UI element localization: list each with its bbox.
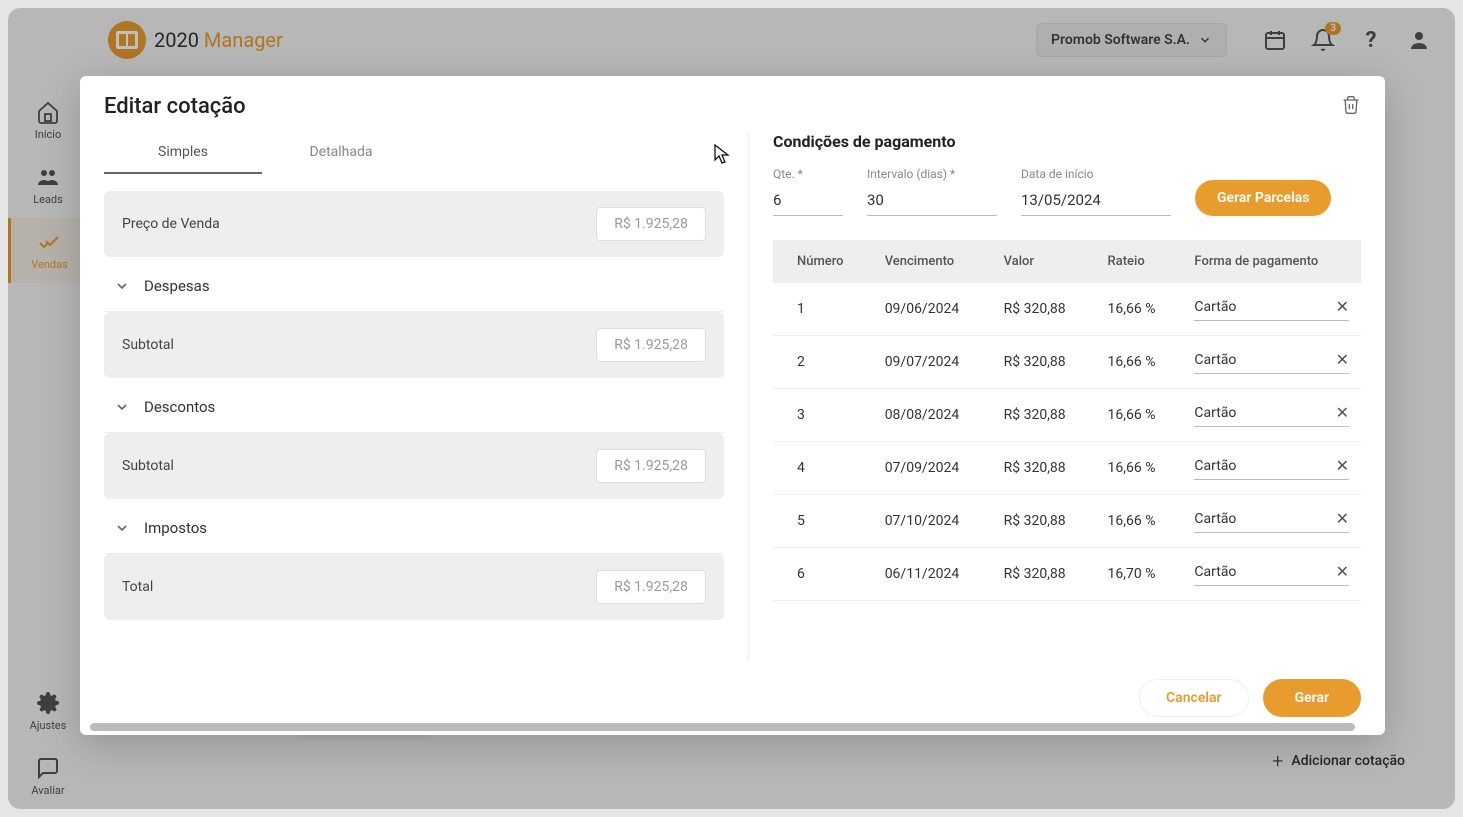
cell-valor: R$ 320,88 — [992, 336, 1096, 389]
table-row: 606/11/2024R$ 320,8816,70 % Cartão✕ — [773, 548, 1361, 601]
cell-numero: 6 — [773, 548, 873, 601]
modal-title: Editar cotação — [104, 94, 246, 119]
table-row: 507/10/2024R$ 320,8816,66 % Cartão✕ — [773, 495, 1361, 548]
cell-vencimento: 09/07/2024 — [873, 336, 992, 389]
row-subtotal-1: Subtotal R$ 1.925,28 — [104, 312, 724, 378]
qte-label: Qte. * — [773, 167, 843, 181]
cell-rateio: 16,66 % — [1096, 389, 1183, 442]
row-preco-venda: Preço de Venda R$ 1.925,28 — [104, 191, 724, 257]
forma-pagamento-select[interactable]: Cartão✕ — [1194, 350, 1349, 374]
cell-rateio: 16,66 % — [1096, 495, 1183, 548]
table-row: 407/09/2024R$ 320,8816,66 % Cartão✕ — [773, 442, 1361, 495]
qte-input[interactable] — [773, 185, 843, 216]
payment-conditions-title: Condições de pagamento — [773, 132, 1361, 151]
cell-numero: 2 — [773, 336, 873, 389]
cell-valor: R$ 320,88 — [992, 283, 1096, 336]
cell-valor: R$ 320,88 — [992, 495, 1096, 548]
cell-rateio: 16,66 % — [1096, 283, 1183, 336]
forma-pagamento-select[interactable]: Cartão✕ — [1194, 509, 1349, 533]
cell-valor: R$ 320,88 — [992, 548, 1096, 601]
trash-icon[interactable] — [1341, 94, 1361, 120]
tab-simples[interactable]: Simples — [104, 132, 262, 174]
row-subtotal-2: Subtotal R$ 1.925,28 — [104, 433, 724, 499]
date-label: Data de início — [1021, 167, 1171, 181]
chevron-down-icon — [114, 278, 130, 294]
cell-valor: R$ 320,88 — [992, 389, 1096, 442]
table-row: 308/08/2024R$ 320,8816,66 % Cartão✕ — [773, 389, 1361, 442]
forma-pagamento-select[interactable]: Cartão✕ — [1194, 297, 1349, 321]
chevron-down-icon — [114, 520, 130, 536]
forma-pagamento-select[interactable]: Cartão✕ — [1194, 403, 1349, 427]
table-row: 209/07/2024R$ 320,8816,66 % Cartão✕ — [773, 336, 1361, 389]
row-total: Total R$ 1.925,28 — [104, 554, 724, 620]
cell-numero: 3 — [773, 389, 873, 442]
cell-valor: R$ 320,88 — [992, 442, 1096, 495]
cell-vencimento: 06/11/2024 — [873, 548, 992, 601]
section-despesas[interactable]: Despesas — [104, 261, 724, 312]
cell-vencimento: 07/09/2024 — [873, 442, 992, 495]
col-forma: Forma de pagamento — [1182, 240, 1361, 283]
col-rateio: Rateio — [1096, 240, 1183, 283]
close-icon[interactable]: ✕ — [1336, 456, 1349, 475]
cancel-button[interactable]: Cancelar — [1139, 679, 1249, 717]
forma-pagamento-select[interactable]: Cartão✕ — [1194, 562, 1349, 586]
forma-pagamento-select[interactable]: Cartão✕ — [1194, 456, 1349, 480]
intervalo-label: Intervalo (dias) * — [867, 167, 997, 181]
cell-vencimento: 09/06/2024 — [873, 283, 992, 336]
close-icon[interactable]: ✕ — [1336, 350, 1349, 369]
date-input[interactable] — [1021, 185, 1220, 215]
close-icon[interactable]: ✕ — [1336, 297, 1349, 316]
close-icon[interactable]: ✕ — [1336, 509, 1349, 528]
close-icon[interactable]: ✕ — [1336, 403, 1349, 422]
table-row: 109/06/2024R$ 320,8816,66 % Cartão✕ — [773, 283, 1361, 336]
close-icon[interactable]: ✕ — [1336, 562, 1349, 581]
gerar-parcelas-button[interactable]: Gerar Parcelas — [1195, 180, 1331, 216]
intervalo-input[interactable] — [867, 185, 997, 216]
cell-rateio: 16,66 % — [1096, 442, 1183, 495]
cell-rateio: 16,66 % — [1096, 336, 1183, 389]
preco-venda-value[interactable]: R$ 1.925,28 — [596, 207, 706, 241]
generate-button[interactable]: Gerar — [1263, 679, 1361, 717]
cell-numero: 1 — [773, 283, 873, 336]
total-value: R$ 1.925,28 — [596, 570, 706, 604]
cell-rateio: 16,70 % — [1096, 548, 1183, 601]
subtotal2-value: R$ 1.925,28 — [596, 449, 706, 483]
cell-vencimento: 07/10/2024 — [873, 495, 992, 548]
horizontal-scrollbar[interactable] — [90, 723, 1355, 731]
tab-detalhada[interactable]: Detalhada — [262, 132, 420, 174]
col-numero: Número — [773, 240, 873, 283]
chevron-down-icon — [114, 399, 130, 415]
cell-vencimento: 08/08/2024 — [873, 389, 992, 442]
section-descontos[interactable]: Descontos — [104, 382, 724, 433]
section-impostos[interactable]: Impostos — [104, 503, 724, 554]
edit-quote-modal: Editar cotação Simples Detalhada Preço d… — [80, 76, 1385, 735]
subtotal1-value: R$ 1.925,28 — [596, 328, 706, 362]
col-vencimento: Vencimento — [873, 240, 992, 283]
cell-numero: 5 — [773, 495, 873, 548]
payment-table: Número Vencimento Valor Rateio Forma de … — [773, 240, 1361, 601]
cell-numero: 4 — [773, 442, 873, 495]
col-valor: Valor — [992, 240, 1096, 283]
